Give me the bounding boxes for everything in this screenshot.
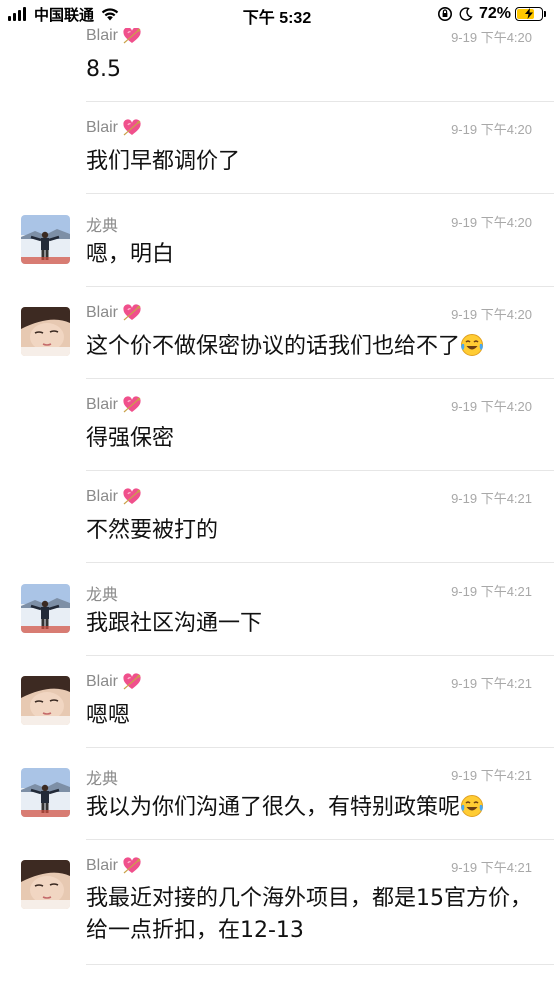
sender-name-text: 龙典 [86, 771, 119, 788]
heart-arrow-icon [123, 673, 141, 690]
message-row[interactable]: 龙典 9-19 下午4:21 我以为你们沟通了很久，有特别政策呢 [0, 760, 554, 852]
message-text[interactable]: 我以为你们沟通了很久，有特别政策呢 [86, 792, 534, 824]
message-row[interactable]: Blair 9-19 下午4:20 我们早都调价了 [0, 114, 554, 206]
heart-arrow-icon [123, 396, 141, 413]
heart-arrow-icon [123, 857, 141, 874]
sender-name: Blair [86, 119, 142, 137]
message-row[interactable]: Blair 9-19 下午4:21 不然要被打的 [0, 483, 554, 575]
message-row[interactable]: Blair 9-19 下午4:21 嗯嗯 [0, 668, 554, 760]
divider [86, 655, 554, 656]
battery-icon [515, 7, 543, 21]
message-text-content: 我们早都调价了 [86, 149, 241, 174]
sender-name: Blair [86, 857, 142, 875]
sender-name: Blair [86, 396, 142, 414]
sender-name-text: Blair [86, 857, 119, 874]
heart-arrow-icon [123, 27, 141, 44]
message-row[interactable]: Blair 9-19 下午4:20 8.5 [0, 22, 554, 114]
message-text[interactable]: 我最近对接的几个海外项目，都是15官方价，给一点折扣，在12-13 [86, 883, 534, 947]
sender-name-text: Blair [86, 396, 119, 413]
message-row[interactable]: Blair 9-19 下午4:20 得强保密 [0, 391, 554, 483]
avatar[interactable] [21, 860, 70, 909]
message-text-content: 嗯嗯 [86, 703, 131, 728]
avatar[interactable] [21, 215, 70, 264]
sender-name-text: 龙典 [86, 218, 119, 235]
message-row[interactable]: Blair 9-19 下午4:20 这个价不做保密协议的话我们也给不了 [0, 299, 554, 391]
laugh-cry-icon [461, 795, 484, 817]
message-text[interactable]: 嗯，明白 [86, 239, 534, 271]
message-text[interactable]: 8.5 [86, 54, 534, 86]
sender-name: 龙典 [86, 765, 118, 789]
message-text-content: 我最近对接的几个海外项目，都是15官方价，给一点折扣，在12-13 [86, 886, 532, 943]
avatar[interactable] [21, 676, 70, 725]
message-row[interactable]: 龙典 9-19 下午4:20 嗯，明白 [0, 207, 554, 299]
heart-arrow-icon [123, 119, 141, 136]
message-text[interactable]: 这个价不做保密协议的话我们也给不了 [86, 331, 534, 363]
divider [86, 747, 554, 748]
sender-name-text: 龙典 [86, 587, 119, 604]
message-timestamp: 9-19 下午4:20 [451, 399, 532, 414]
message-text[interactable]: 我跟社区沟通一下 [86, 608, 534, 640]
battery-percent: 72% [478, 5, 511, 22]
avatar[interactable] [21, 584, 70, 633]
message-timestamp: 9-19 下午4:21 [451, 491, 532, 506]
avatar[interactable] [21, 768, 70, 817]
sender-name: 龙典 [86, 581, 118, 605]
message-text[interactable]: 不然要被打的 [86, 515, 534, 547]
divider [86, 964, 554, 965]
message-timestamp: 9-19 下午4:21 [451, 860, 532, 875]
moon-icon [459, 7, 473, 21]
sender-name: Blair [86, 673, 142, 691]
message-row[interactable]: Blair 9-19 下午4:21 我最近对接的几个海外项目，都是15官方价，给一点… [0, 852, 554, 965]
heart-arrow-icon [123, 488, 141, 505]
sender-name: Blair [86, 304, 142, 322]
sender-name: Blair [86, 488, 142, 506]
sender-name-text: Blair [86, 27, 119, 44]
message-text-content: 得强保密 [86, 426, 175, 451]
sender-name-text: Blair [86, 488, 119, 505]
status-bar: 中国联通 下午 5:32 72% [0, 0, 554, 28]
avatar[interactable] [21, 307, 70, 356]
message-text-content: 这个价不做保密协议的话我们也给不了 [86, 334, 461, 359]
message-timestamp: 9-19 下午4:20 [451, 307, 532, 322]
sender-name-text: Blair [86, 304, 119, 321]
laugh-cry-icon [461, 334, 484, 356]
message-timestamp: 9-19 下午4:20 [451, 122, 532, 137]
message-timestamp: 9-19 下午4:20 [451, 215, 532, 230]
sender-name-text: Blair [86, 119, 119, 136]
message-text[interactable]: 嗯嗯 [86, 700, 534, 732]
message-text-content: 8.5 [86, 57, 121, 82]
divider [86, 101, 554, 102]
heart-arrow-icon [123, 304, 141, 321]
message-text-content: 不然要被打的 [86, 518, 219, 543]
message-text-content: 我跟社区沟通一下 [86, 611, 263, 636]
divider [86, 562, 554, 563]
sender-name: Blair [86, 27, 142, 45]
divider [86, 286, 554, 287]
message-timestamp: 9-19 下午4:20 [451, 30, 532, 45]
divider [86, 193, 554, 194]
message-row[interactable]: 龙典 9-19 下午4:21 我跟社区沟通一下 [0, 576, 554, 668]
orientation-lock-icon [437, 7, 452, 21]
message-timestamp: 9-19 下午4:21 [451, 768, 532, 783]
message-timestamp: 9-19 下午4:21 [451, 584, 532, 599]
divider [86, 470, 554, 471]
message-text[interactable]: 我们早都调价了 [86, 146, 534, 178]
message-text-content: 我以为你们沟通了很久，有特别政策呢 [86, 795, 461, 820]
message-text-content: 嗯，明白 [86, 242, 175, 267]
message-text[interactable]: 得强保密 [86, 423, 534, 455]
divider [86, 378, 554, 379]
message-timestamp: 9-19 下午4:21 [451, 676, 532, 691]
sender-name: 龙典 [86, 212, 118, 236]
sender-name-text: Blair [86, 673, 119, 690]
divider [86, 839, 554, 840]
